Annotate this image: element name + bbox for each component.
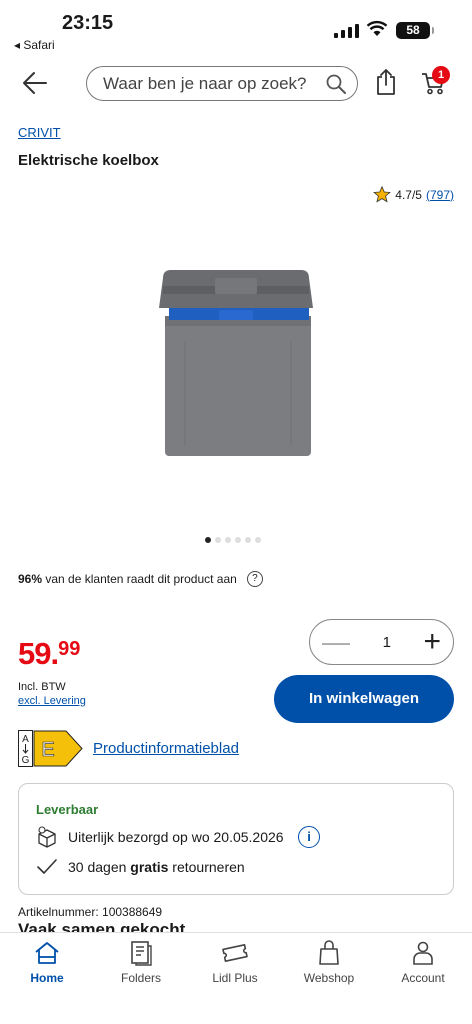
returns-text: 30 dagen gratis retourneren	[68, 859, 245, 875]
energy-class: E	[41, 739, 54, 761]
wifi-icon	[366, 20, 388, 36]
checkmark-icon	[37, 859, 57, 874]
tab-account[interactable]: Account	[376, 939, 470, 985]
decrease-button[interactable]: —	[322, 628, 350, 656]
tab-webshop-label: Webshop	[303, 971, 355, 985]
product-info-sheet-link[interactable]: Productinformatieblad	[93, 740, 239, 757]
price-main: 59.	[18, 636, 59, 671]
tab-folders[interactable]: Folders	[94, 939, 188, 985]
gallery-dot[interactable]	[245, 537, 251, 543]
excl-delivery-link[interactable]: excl. Levering	[18, 695, 86, 707]
bottom-tab-bar: Home Folders Lidl Plus Webshop Account	[0, 932, 472, 1024]
add-to-cart-button[interactable]: In winkelwagen	[274, 675, 454, 723]
gallery-dot[interactable]	[235, 537, 241, 543]
product-image[interactable]	[155, 266, 317, 460]
gallery-dot[interactable]	[225, 537, 231, 543]
tab-webshop[interactable]: Webshop	[282, 939, 376, 985]
tab-folders-label: Folders	[120, 971, 161, 985]
delivery-eta: Uiterlijk bezorgd op wo 20.05.2026	[68, 829, 284, 845]
back-arrow-icon[interactable]	[20, 68, 50, 98]
clock: 23:15	[62, 12, 114, 34]
account-icon	[413, 941, 433, 965]
recommend-text: van de klanten raadt dit product aan	[42, 572, 237, 586]
tab-account-label: Account	[401, 971, 445, 985]
rating[interactable]: 4.7/5 (797)	[373, 186, 454, 203]
battery-indicator: 58	[396, 22, 434, 39]
cart-count-badge: 1	[432, 66, 450, 84]
quantity-value: 1	[382, 633, 391, 651]
recommendation: 96% van de klanten raadt dit product aan…	[18, 571, 263, 587]
energy-scale-top: A	[22, 734, 29, 745]
returns-row: 30 dagen gratis retourneren	[36, 858, 245, 876]
gallery-dot[interactable]	[205, 537, 211, 543]
availability-status: Leverbaar	[36, 802, 99, 817]
article-number: Artikelnummer: 100388649	[18, 905, 163, 919]
incl-vat-label: Incl. BTW	[18, 681, 66, 693]
home-icon	[35, 942, 59, 964]
share-icon[interactable]	[374, 68, 398, 96]
quantity-stepper[interactable]: — 1 +	[309, 619, 454, 665]
review-count-link[interactable]: (797)	[426, 188, 454, 202]
gallery-dot[interactable]	[215, 537, 221, 543]
increase-button[interactable]: +	[423, 627, 441, 657]
back-to-safari[interactable]: ◂ Safari	[14, 38, 55, 52]
energy-label-icon[interactable]: A G E	[18, 730, 84, 767]
tab-lidl-plus[interactable]: Lidl Plus	[188, 939, 282, 985]
info-icon[interactable]: i	[298, 826, 320, 848]
delivery-package-icon	[38, 826, 56, 848]
product-title: Elektrische koelbox	[18, 152, 159, 169]
brand-link[interactable]: CRIVIT	[18, 125, 61, 140]
gallery-dot[interactable]	[255, 537, 261, 543]
delivery-info-box: Leverbaar Uiterlijk bezorgd op wo 20.05.…	[18, 783, 454, 895]
signal-icon	[334, 24, 359, 38]
status-bar: 23:15 ◂ Safari 58	[0, 0, 472, 56]
tab-home[interactable]: Home	[0, 939, 94, 985]
star-icon	[373, 186, 392, 203]
search-icon[interactable]	[325, 73, 347, 95]
shopping-bag-icon	[319, 940, 339, 965]
folders-icon	[131, 941, 152, 966]
search-input[interactable]	[103, 73, 323, 94]
lidl-plus-ticket-icon	[222, 944, 248, 962]
energy-scale-bottom: G	[22, 755, 30, 766]
price: 59. 99	[18, 636, 80, 672]
tab-lidl-plus-label: Lidl Plus	[212, 971, 258, 985]
delivery-eta-row: Uiterlijk bezorgd op wo 20.05.2026	[36, 826, 284, 848]
tab-home-label: Home	[30, 971, 64, 985]
rating-score: 4.7/5	[395, 187, 422, 202]
recommend-percentage: 96%	[18, 572, 43, 586]
price-cents: 99	[58, 638, 81, 660]
search-bar[interactable]	[86, 66, 358, 101]
help-icon[interactable]: ?	[246, 571, 263, 587]
frequently-bought-heading: Vaak samen gekocht	[18, 920, 186, 932]
gallery-pagination[interactable]	[205, 537, 261, 543]
